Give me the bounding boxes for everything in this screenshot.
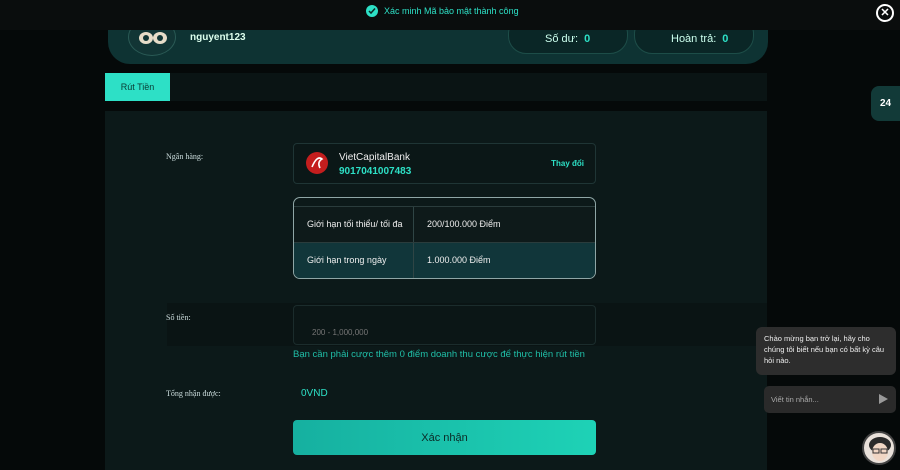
bank-account-number: 9017041007483 <box>339 166 412 177</box>
balance-value: 0 <box>584 33 591 45</box>
bank-name: VietCapitalBank <box>339 152 410 163</box>
balance-label: Số dư: <box>545 33 579 45</box>
chat-agent-avatar[interactable] <box>862 431 896 465</box>
username: nguyent123 <box>190 32 246 43</box>
total-label: Tổng nhận được: <box>166 389 221 398</box>
amount-label: Số tiền: <box>166 313 191 322</box>
limits-row-daily: Giới hạn trong ngày 1.000.000 Điểm <box>294 242 595 278</box>
change-bank-link[interactable]: Thay đổi <box>551 159 584 168</box>
limit-value: 200/100.000 Điểm <box>427 219 501 229</box>
bank-logo-icon <box>306 152 328 174</box>
balance-card: Số dư: 0 <box>508 30 628 54</box>
close-icon[interactable]: ✕ <box>876 4 894 22</box>
limit-value: 1.000.000 Điểm <box>427 255 491 265</box>
chat-input[interactable]: Viết tin nhắn... <box>764 386 896 413</box>
headset-24-icon: 24 <box>879 98 892 109</box>
confirm-button[interactable]: Xác nhận <box>293 420 596 455</box>
check-circle-icon <box>366 5 378 17</box>
top-bar: Xác minh Mã bảo mật thành công ✕ <box>0 0 900 30</box>
total-value: 0VND <box>301 388 328 399</box>
bank-label: Ngân hàng: <box>166 152 204 161</box>
avatar <box>128 30 176 56</box>
support-24-button[interactable]: 24 <box>871 86 900 121</box>
chat-greeting: Chào mừng bạn trở lại, hãy cho chúng tôi… <box>756 327 896 375</box>
refund-card: Hoàn trả: 0 <box>634 30 754 54</box>
send-icon[interactable] <box>879 394 888 404</box>
toast-message: Xác minh Mã bảo mật thành công <box>384 6 519 16</box>
limit-label: Giới hạn trong ngày <box>294 243 414 278</box>
profile-header: nguyent123 Số dư: 0 Hoàn trả: 0 <box>108 30 768 64</box>
limits-row-minmax: Giới hạn tối thiểu/ tối đa 200/100.000 Đ… <box>294 206 595 242</box>
limits-table: Giới hạn tối thiểu/ tối đa 200/100.000 Đ… <box>293 197 596 279</box>
refund-label: Hoàn trả: <box>671 33 717 45</box>
chat-input-placeholder: Viết tin nhắn... <box>771 395 819 404</box>
amount-input[interactable] <box>293 305 596 345</box>
tab-withdraw[interactable]: Rút Tiền <box>105 73 170 101</box>
refund-value: 0 <box>722 33 729 45</box>
success-toast: Xác minh Mã bảo mật thành công <box>366 5 519 17</box>
tab-bar: Rút Tiền <box>105 73 767 101</box>
mask-icon <box>139 32 167 44</box>
wagering-hint: Bạn cần phải cược thêm 0 điểm doanh thu … <box>293 349 585 360</box>
limit-label: Giới hạn tối thiểu/ tối đa <box>294 207 414 242</box>
bank-selector[interactable]: VietCapitalBank 9017041007483 Thay đổi <box>293 143 596 184</box>
